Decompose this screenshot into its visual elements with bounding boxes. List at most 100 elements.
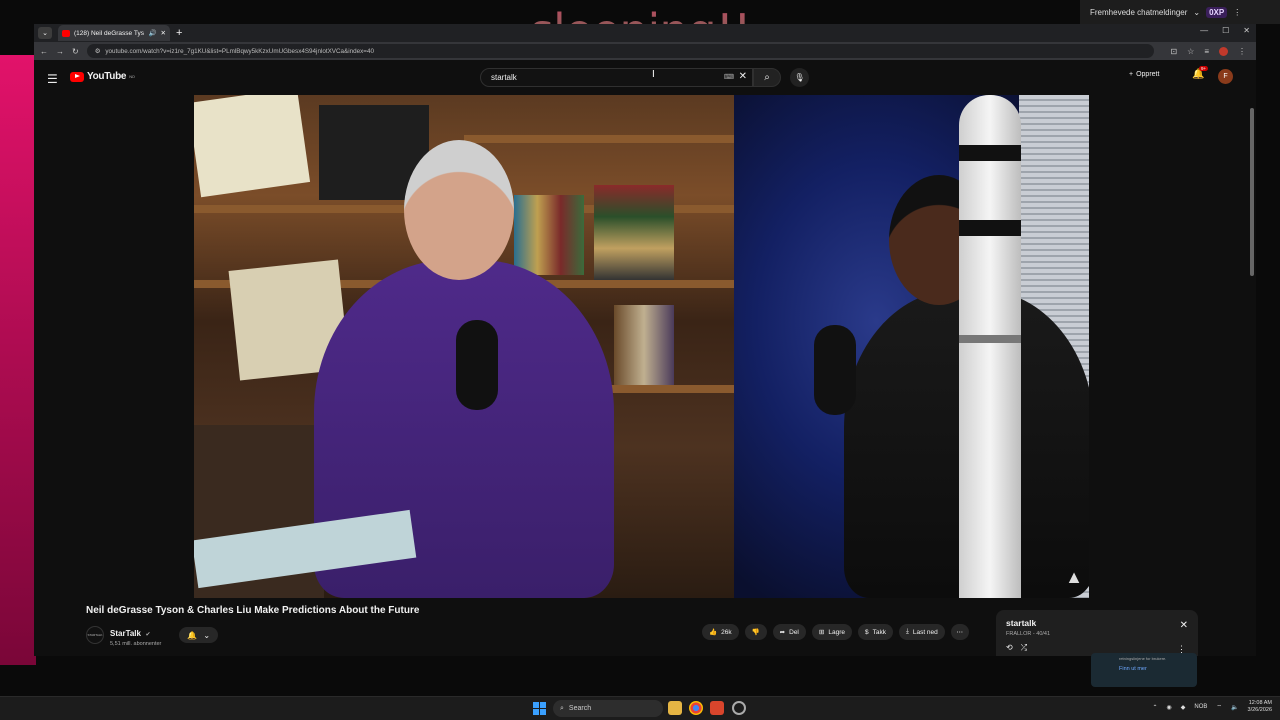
site-info-icon[interactable]: ⚙ — [95, 48, 101, 55]
tab-search-button[interactable]: ⌄ — [38, 27, 52, 39]
maximize-button[interactable]: ☐ — [1222, 26, 1229, 35]
reload-button[interactable]: ↻ — [72, 47, 79, 56]
system-tray: ⌃ ◉ ◆ NOB ⌔ 🔈 12:08 AM 3/26/2026 — [1152, 700, 1272, 714]
channel-avatar[interactable]: STARTALK — [86, 626, 104, 644]
minimize-button[interactable]: — — [1200, 26, 1208, 35]
thanks-button[interactable]: $ Takk — [857, 624, 893, 640]
tab-youtube[interactable]: (128) Neil deGrasse Tyson 🔊 ✕ — [58, 25, 170, 41]
address-toolbar: ← → ↻ ⚙ youtube.com/watch?v=iz1re_7g1KU&… — [34, 42, 1256, 60]
media-control-icon[interactable]: ≡ — [1204, 47, 1209, 56]
wifi-icon[interactable]: ⌔ — [1216, 703, 1222, 711]
browser-window: ⌄ (128) Neil deGrasse Tyson 🔊 ✕ + — ☐ ✕ … — [34, 24, 1256, 656]
save-label: Lagre — [828, 628, 845, 636]
dislike-button[interactable]: 👎 — [744, 624, 767, 640]
bookmark-star-icon[interactable]: ☆ — [1187, 47, 1194, 56]
video-frame-right — [734, 95, 1089, 598]
clear-search-icon[interactable]: ✕ — [739, 71, 747, 82]
youtube-logo[interactable]: YouTube NO — [70, 71, 135, 82]
poster — [194, 95, 311, 198]
rocket-band — [959, 145, 1021, 161]
close-playlist-icon[interactable]: ✕ — [1180, 620, 1188, 631]
search-input[interactable]: startalk ⌨ ✕ — [480, 68, 753, 87]
file-explorer-icon[interactable] — [668, 701, 682, 715]
rocket-model — [959, 95, 1021, 598]
shuffle-icon[interactable]: ⤮ — [1021, 643, 1027, 653]
playlist-panel: startalk FRALLOR - 40/41 ✕ ⟲ ⤮ ⋮ — [996, 610, 1198, 656]
playlist-position: FRALLOR - 40/41 — [1006, 631, 1051, 637]
subscriber-count: 5,51 mill. abonnenter — [110, 641, 162, 647]
bell-icon: 🔔 — [187, 630, 198, 640]
youtube-header: ☰ YouTube NO startalk ⌨ ✕ ⌕ 🎙 + Opprett — [34, 60, 1256, 95]
new-tab-button[interactable]: + — [176, 27, 182, 39]
save-button[interactable]: ⊞ Lagre — [811, 624, 852, 640]
video-title: Neil deGrasse Tyson & Charles Liu Make P… — [86, 605, 420, 616]
kebab-menu-icon[interactable]: ⋮ — [1233, 8, 1241, 17]
voice-search-button[interactable]: 🎙 — [790, 68, 809, 87]
loop-icon[interactable]: ⟲ — [1006, 643, 1013, 653]
desktop-wallpaper-glow — [0, 55, 36, 665]
tray-app-icon[interactable]: ◉ — [1167, 704, 1172, 711]
keyboard-icon[interactable]: ⌨ — [724, 73, 734, 81]
text-cursor-icon: I — [652, 69, 655, 80]
create-button[interactable]: + Opprett — [1129, 71, 1159, 78]
verified-badge-icon: ✔ — [145, 632, 151, 638]
microphone-right — [814, 325, 856, 415]
share-button[interactable]: ➦ Del — [772, 624, 806, 640]
chevron-up-icon[interactable]: ⌃ — [1152, 704, 1157, 711]
chat-highlight-dropdown[interactable]: Fremhevede chatmeldinger ⌄ 0XP ⋮ — [1080, 0, 1280, 24]
notification-badge: 9+ — [1199, 66, 1209, 71]
share-icon: ➦ — [779, 629, 786, 636]
thanks-label: Takk — [872, 628, 886, 636]
search-button[interactable]: ⌕ — [753, 68, 781, 87]
page-scrollbar[interactable] — [1250, 108, 1254, 276]
microphone-icon: 🎙 — [794, 73, 805, 82]
download-label: Last ned — [912, 628, 938, 636]
more-actions-button[interactable]: ⋯ — [950, 624, 969, 640]
hamburger-menu-icon[interactable]: ☰ — [47, 72, 58, 86]
close-window-button[interactable]: ✕ — [1243, 26, 1250, 35]
like-button[interactable]: 👍 26k — [702, 624, 739, 640]
notifications-button[interactable]: 🔔 9+ — [1192, 66, 1209, 80]
taskbar-search-label: Search — [568, 705, 592, 712]
profile-icon[interactable] — [1219, 46, 1228, 56]
shelf — [464, 135, 734, 143]
plus-icon: + — [1129, 71, 1134, 78]
chrome-icon[interactable] — [689, 701, 703, 715]
notice-link[interactable]: Finn ut mer — [1119, 666, 1169, 672]
desktop: sleeping!! Fremhevede chatmeldinger ⌄ 0X… — [0, 0, 1280, 720]
browser-menu-icon[interactable]: ⋮ — [1238, 47, 1246, 56]
download-button[interactable]: ⤓ Last ned — [898, 624, 945, 640]
thumbs-down-icon: 👎 — [751, 629, 760, 636]
taskbar-search[interactable]: ⌕ Search — [553, 700, 663, 717]
language-indicator[interactable]: NOB — [1194, 704, 1207, 710]
xp-badge: 0XP — [1206, 6, 1228, 18]
books — [614, 305, 674, 385]
close-tab-icon[interactable]: ✕ — [161, 29, 166, 37]
back-button[interactable]: ← — [40, 47, 48, 56]
like-count: 26k — [721, 628, 732, 636]
volume-icon[interactable]: 🔈 — [1231, 704, 1238, 711]
video-player[interactable]: ▲ — [194, 95, 1089, 598]
forward-button[interactable]: → — [56, 47, 64, 56]
windows-start-icon[interactable] — [533, 702, 546, 715]
tray-app-icon[interactable]: ◆ — [1181, 704, 1186, 711]
video-frame-left — [194, 95, 734, 598]
playlist-controls: ⟲ ⤮ — [1006, 643, 1027, 653]
search-icon: ⌕ — [560, 704, 564, 712]
address-bar[interactable]: ⚙ youtube.com/watch?v=iz1re_7g1KU&list=P… — [86, 44, 1155, 58]
channel-name[interactable]: StarTalk — [110, 629, 141, 638]
playlist-title[interactable]: startalk — [1006, 618, 1188, 628]
app-icon[interactable] — [732, 701, 746, 715]
youtube-favicon-icon — [62, 29, 70, 37]
share-label: Del — [789, 628, 799, 636]
subscription-bell-button[interactable]: 🔔 ⌄ — [179, 627, 219, 643]
channel-info: StarTalk ✔ 5,51 mill. abonnenter — [110, 623, 161, 647]
more-icon: ⋯ — [956, 629, 964, 636]
clock[interactable]: 12:08 AM 3/26/2026 — [1248, 700, 1272, 714]
speaker-icon[interactable]: 🔊 — [148, 29, 156, 37]
brave-icon[interactable] — [710, 701, 724, 715]
rocket-band — [959, 335, 1021, 343]
video-actions: 👍 26k 👎 ➦ Del ⊞ Lagre $ Takk ⤓ Last ned … — [702, 624, 969, 640]
account-avatar[interactable]: F — [1218, 69, 1233, 84]
install-app-icon[interactable]: ⊡ — [1170, 47, 1177, 56]
